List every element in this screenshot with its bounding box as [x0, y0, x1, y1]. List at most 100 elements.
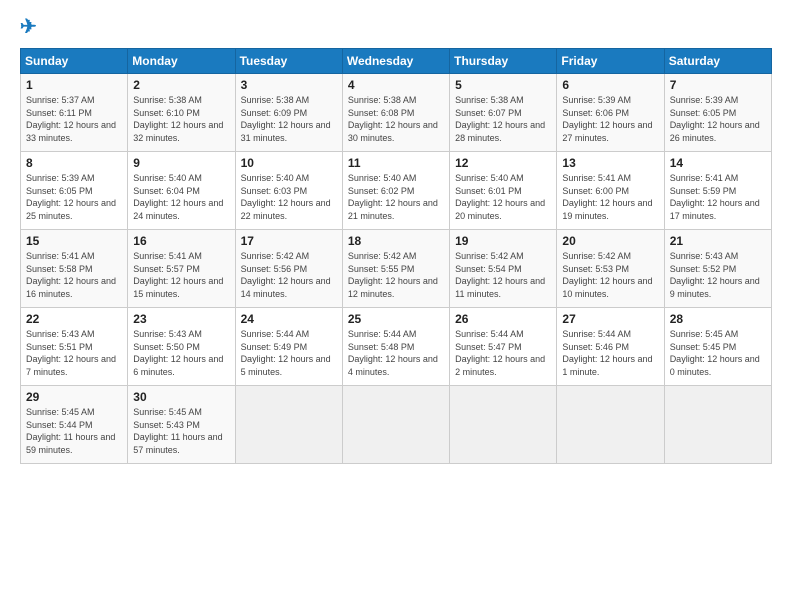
- weekday-header: Tuesday: [235, 49, 342, 74]
- day-number: 29: [26, 390, 122, 404]
- day-number: 27: [562, 312, 658, 326]
- calendar-week-row: 29 Sunrise: 5:45 AMSunset: 5:44 PMDayligh…: [21, 386, 772, 464]
- day-info: Sunrise: 5:41 AMSunset: 5:59 PMDaylight:…: [670, 172, 766, 222]
- day-info: Sunrise: 5:43 AMSunset: 5:51 PMDaylight:…: [26, 328, 122, 378]
- weekday-header: Wednesday: [342, 49, 449, 74]
- calendar-cell: 10 Sunrise: 5:40 AMSunset: 6:03 PMDayligh…: [235, 152, 342, 230]
- calendar-cell: 6 Sunrise: 5:39 AMSunset: 6:06 PMDaylight…: [557, 74, 664, 152]
- calendar-cell: 11 Sunrise: 5:40 AMSunset: 6:02 PMDayligh…: [342, 152, 449, 230]
- day-info: Sunrise: 5:44 AMSunset: 5:47 PMDaylight:…: [455, 328, 551, 378]
- calendar-cell: 24 Sunrise: 5:44 AMSunset: 5:49 PMDayligh…: [235, 308, 342, 386]
- day-number: 26: [455, 312, 551, 326]
- calendar-cell: 8 Sunrise: 5:39 AMSunset: 6:05 PMDaylight…: [21, 152, 128, 230]
- day-number: 10: [241, 156, 337, 170]
- day-info: Sunrise: 5:43 AMSunset: 5:52 PMDaylight:…: [670, 250, 766, 300]
- day-number: 22: [26, 312, 122, 326]
- day-number: 18: [348, 234, 444, 248]
- day-info: Sunrise: 5:39 AMSunset: 6:05 PMDaylight:…: [26, 172, 122, 222]
- day-number: 15: [26, 234, 122, 248]
- calendar-cell: 15 Sunrise: 5:41 AMSunset: 5:58 PMDayligh…: [21, 230, 128, 308]
- calendar-cell: 21 Sunrise: 5:43 AMSunset: 5:52 PMDayligh…: [664, 230, 771, 308]
- day-number: 21: [670, 234, 766, 248]
- calendar-cell: [557, 386, 664, 464]
- day-number: 24: [241, 312, 337, 326]
- day-info: Sunrise: 5:38 AMSunset: 6:09 PMDaylight:…: [241, 94, 337, 144]
- day-number: 12: [455, 156, 551, 170]
- day-number: 3: [241, 78, 337, 92]
- day-info: Sunrise: 5:39 AMSunset: 6:06 PMDaylight:…: [562, 94, 658, 144]
- day-info: Sunrise: 5:38 AMSunset: 6:08 PMDaylight:…: [348, 94, 444, 144]
- calendar-week-row: 15 Sunrise: 5:41 AMSunset: 5:58 PMDayligh…: [21, 230, 772, 308]
- weekday-header: Thursday: [450, 49, 557, 74]
- day-info: Sunrise: 5:44 AMSunset: 5:48 PMDaylight:…: [348, 328, 444, 378]
- day-info: Sunrise: 5:39 AMSunset: 6:05 PMDaylight:…: [670, 94, 766, 144]
- calendar-cell: 26 Sunrise: 5:44 AMSunset: 5:47 PMDayligh…: [450, 308, 557, 386]
- day-number: 7: [670, 78, 766, 92]
- calendar-cell: 17 Sunrise: 5:42 AMSunset: 5:56 PMDayligh…: [235, 230, 342, 308]
- calendar-table: SundayMondayTuesdayWednesdayThursdayFrid…: [20, 48, 772, 464]
- weekday-header: Monday: [128, 49, 235, 74]
- day-number: 20: [562, 234, 658, 248]
- day-number: 9: [133, 156, 229, 170]
- day-number: 30: [133, 390, 229, 404]
- day-info: Sunrise: 5:40 AMSunset: 6:02 PMDaylight:…: [348, 172, 444, 222]
- day-info: Sunrise: 5:42 AMSunset: 5:53 PMDaylight:…: [562, 250, 658, 300]
- day-number: 8: [26, 156, 122, 170]
- calendar-cell: 20 Sunrise: 5:42 AMSunset: 5:53 PMDayligh…: [557, 230, 664, 308]
- calendar-cell: 7 Sunrise: 5:39 AMSunset: 6:05 PMDaylight…: [664, 74, 771, 152]
- day-number: 28: [670, 312, 766, 326]
- calendar-cell: [450, 386, 557, 464]
- calendar-cell: 23Sunrise: 5:43 AMSunset: 5:50 PMDayligh…: [128, 308, 235, 386]
- day-number: 6: [562, 78, 658, 92]
- day-info: Sunrise: 5:40 AMSunset: 6:04 PMDaylight:…: [133, 172, 229, 222]
- day-number: 14: [670, 156, 766, 170]
- day-info: Sunrise: 5:38 AMSunset: 6:07 PMDaylight:…: [455, 94, 551, 144]
- calendar-cell: 28Sunrise: 5:45 AMSunset: 5:45 PMDayligh…: [664, 308, 771, 386]
- calendar-cell: 30 Sunrise: 5:45 AMSunset: 5:43 PMDayligh…: [128, 386, 235, 464]
- calendar-cell: 16Sunrise: 5:41 AMSunset: 5:57 PMDayligh…: [128, 230, 235, 308]
- weekday-header: Saturday: [664, 49, 771, 74]
- calendar-cell: 22 Sunrise: 5:43 AMSunset: 5:51 PMDayligh…: [21, 308, 128, 386]
- day-info: Sunrise: 5:45 AMSunset: 5:43 PMDaylight:…: [133, 406, 229, 456]
- day-number: 19: [455, 234, 551, 248]
- day-number: 25: [348, 312, 444, 326]
- day-info: Sunrise: 5:40 AMSunset: 6:01 PMDaylight:…: [455, 172, 551, 222]
- day-info: Sunrise: 5:45 AMSunset: 5:44 PMDaylight:…: [26, 406, 122, 456]
- day-number: 1: [26, 78, 122, 92]
- calendar-cell: 29 Sunrise: 5:45 AMSunset: 5:44 PMDayligh…: [21, 386, 128, 464]
- calendar-cell: 2Sunrise: 5:38 AMSunset: 6:10 PMDaylight…: [128, 74, 235, 152]
- calendar-cell: 9 Sunrise: 5:40 AMSunset: 6:04 PMDaylight…: [128, 152, 235, 230]
- calendar-cell: [342, 386, 449, 464]
- day-number: 5: [455, 78, 551, 92]
- day-info: Sunrise: 5:42 AMSunset: 5:56 PMDaylight:…: [241, 250, 337, 300]
- weekday-header: Sunday: [21, 49, 128, 74]
- calendar-cell: 14 Sunrise: 5:41 AMSunset: 5:59 PMDayligh…: [664, 152, 771, 230]
- calendar-cell: 19 Sunrise: 5:42 AMSunset: 5:54 PMDayligh…: [450, 230, 557, 308]
- calendar-week-row: 8 Sunrise: 5:39 AMSunset: 6:05 PMDaylight…: [21, 152, 772, 230]
- page: ✈ SundayMondayTuesdayWednesdayThursdayFr…: [0, 0, 792, 612]
- day-info: Sunrise: 5:42 AMSunset: 5:55 PMDaylight:…: [348, 250, 444, 300]
- day-number: 17: [241, 234, 337, 248]
- day-number: 4: [348, 78, 444, 92]
- calendar-cell: 4 Sunrise: 5:38 AMSunset: 6:08 PMDaylight…: [342, 74, 449, 152]
- calendar-cell: [235, 386, 342, 464]
- calendar-cell: 1 Sunrise: 5:37 AMSunset: 6:11 PMDaylight…: [21, 74, 128, 152]
- calendar-cell: 18 Sunrise: 5:42 AMSunset: 5:55 PMDayligh…: [342, 230, 449, 308]
- day-number: 13: [562, 156, 658, 170]
- calendar-cell: 27 Sunrise: 5:44 AMSunset: 5:46 PMDayligh…: [557, 308, 664, 386]
- calendar-cell: 3 Sunrise: 5:38 AMSunset: 6:09 PMDaylight…: [235, 74, 342, 152]
- weekday-header: Friday: [557, 49, 664, 74]
- day-info: Sunrise: 5:44 AMSunset: 5:46 PMDaylight:…: [562, 328, 658, 378]
- day-info: Sunrise: 5:37 AMSunset: 6:11 PMDaylight:…: [26, 94, 122, 144]
- day-info: Sunrise: 5:44 AMSunset: 5:49 PMDaylight:…: [241, 328, 337, 378]
- day-info: Sunrise: 5:41 AMSunset: 6:00 PMDaylight:…: [562, 172, 658, 222]
- day-number: 11: [348, 156, 444, 170]
- calendar-cell: 5 Sunrise: 5:38 AMSunset: 6:07 PMDaylight…: [450, 74, 557, 152]
- day-info: Sunrise: 5:43 AMSunset: 5:50 PMDaylight:…: [133, 328, 229, 378]
- calendar-header-row: SundayMondayTuesdayWednesdayThursdayFrid…: [21, 49, 772, 74]
- day-info: Sunrise: 5:40 AMSunset: 6:03 PMDaylight:…: [241, 172, 337, 222]
- day-info: Sunrise: 5:41 AMSunset: 5:58 PMDaylight:…: [26, 250, 122, 300]
- logo-bird-icon: ✈: [20, 16, 37, 38]
- day-number: 16: [133, 234, 229, 248]
- day-info: Sunrise: 5:42 AMSunset: 5:54 PMDaylight:…: [455, 250, 551, 300]
